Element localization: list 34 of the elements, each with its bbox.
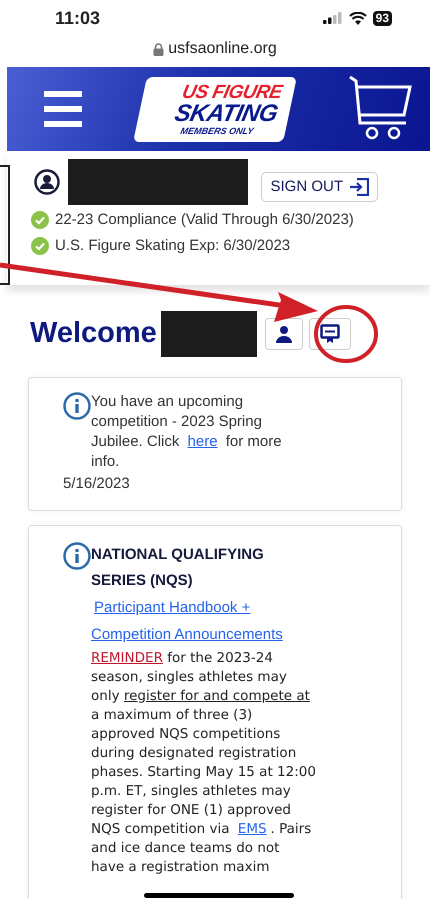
notice-link[interactable]: Participant Handbook +	[94, 594, 250, 620]
annotation-circle	[314, 305, 378, 363]
check-icon	[31, 211, 49, 230]
link[interactable]: EMS	[234, 820, 271, 836]
notice-title: NATIONAL QUALIFYING SERIES (NQS)	[91, 544, 265, 590]
person-icon	[274, 325, 293, 343]
link[interactable]: here	[184, 433, 222, 450]
menu-icon[interactable]	[44, 91, 82, 127]
battery-indicator: 93	[372, 10, 392, 26]
wifi-icon	[348, 12, 367, 24]
notice-link[interactable]: Competition Announcements	[91, 620, 283, 648]
info-icon	[63, 392, 91, 420]
logo-line: US FIGURE	[180, 82, 284, 101]
clock: 11:03	[55, 6, 100, 30]
signal-icon	[322, 12, 343, 24]
notice-text: REMINDER for the 2023-24 season, singles athletes may only register for and compete at a maximum of three (3) approved NQS competitions during designated registration phases. Starting May 15 at 12:00 p.m. ET, singles athletes may register for ONE (1) approved NQS competition via EMS . Pairs and ice dance teams do not have a registration maxim	[91, 648, 316, 876]
user-icon	[34, 169, 60, 195]
certificate-button[interactable]	[308, 318, 351, 350]
url-text[interactable]: usfsaonline.org	[168, 37, 277, 61]
notice-date: 5/16/2023	[63, 474, 131, 494]
welcome-title: Welcome	[30, 316, 157, 352]
lock-icon	[153, 42, 164, 56]
status-text: 22-23 Compliance (Valid Through 6/30/2023)	[55, 210, 354, 230]
logo-line: MEMBERS ONLY	[179, 125, 256, 136]
certificate-icon	[320, 324, 340, 344]
status-text: U.S. Figure Skating Exp: 6/30/2023	[55, 236, 290, 256]
check-icon	[31, 236, 49, 255]
logo-line: SKATING	[172, 101, 280, 125]
info-icon	[63, 542, 91, 570]
site-logo[interactable]: US FIGURE SKATING MEMBERS ONLY	[133, 76, 297, 142]
sign-out-icon	[349, 178, 369, 196]
notice-text: You have an upcoming competition - 2023 Spring Jubilee. Click here for more info.	[91, 392, 283, 472]
reminder-link[interactable]: REMINDER	[91, 650, 163, 666]
sign-out-button[interactable]: SIGN OUT	[261, 172, 378, 202]
